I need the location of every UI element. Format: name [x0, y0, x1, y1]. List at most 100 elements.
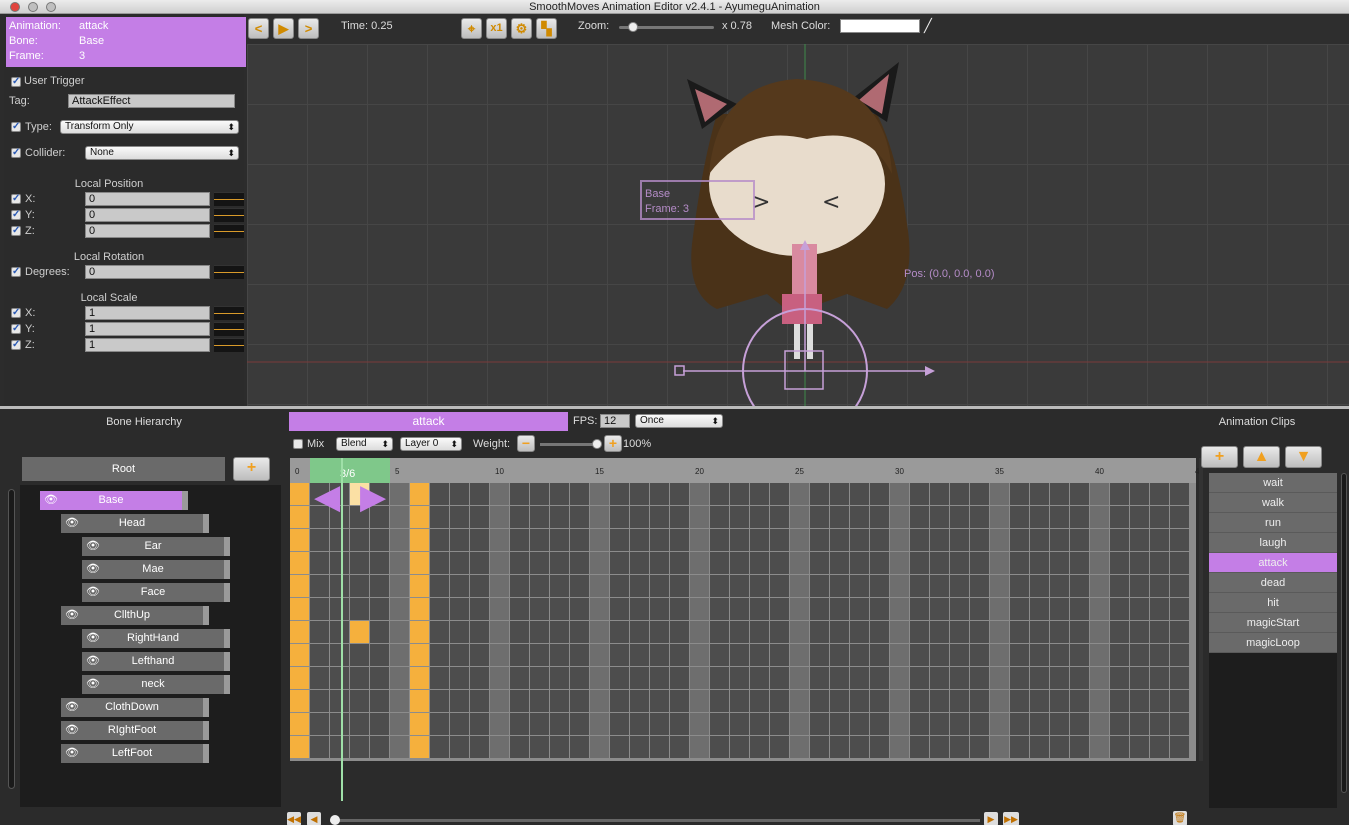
zoom-slider[interactable]: [619, 22, 714, 32]
frame-cell[interactable]: [310, 598, 329, 620]
frame-cell[interactable]: [390, 690, 409, 712]
frame-cell[interactable]: [890, 575, 909, 597]
minimize-window-icon[interactable]: [28, 2, 38, 12]
frame-cell[interactable]: [550, 644, 569, 666]
frame-cell[interactable]: [830, 552, 849, 574]
frame-cell[interactable]: [870, 644, 889, 666]
frame-cell[interactable]: [710, 667, 729, 689]
scale-y-checkbox[interactable]: ✓: [11, 324, 21, 334]
frame-cell[interactable]: [490, 713, 509, 735]
frame-cell[interactable]: [570, 529, 589, 551]
frame-cell[interactable]: [370, 552, 389, 574]
frame-cell[interactable]: [990, 667, 1009, 689]
frame-cell[interactable]: [490, 598, 509, 620]
frame-cell[interactable]: [1150, 644, 1169, 666]
frame-cell[interactable]: [450, 575, 469, 597]
frame-cell[interactable]: [570, 621, 589, 643]
frame-cell[interactable]: [870, 667, 889, 689]
frame-cell[interactable]: [850, 621, 869, 643]
frame-cell[interactable]: [550, 552, 569, 574]
frame-cell[interactable]: [1030, 575, 1049, 597]
bone-item[interactable]: 👁 RightHand: [82, 629, 230, 648]
frame-cell[interactable]: [450, 667, 469, 689]
playhead[interactable]: [341, 458, 343, 801]
scale-x-checkbox[interactable]: ✓: [11, 308, 21, 318]
frame-cell[interactable]: [1050, 552, 1069, 574]
clip-item[interactable]: walk: [1209, 493, 1337, 513]
frame-cell[interactable]: [470, 644, 489, 666]
frame-cell[interactable]: [730, 529, 749, 551]
frame-cell[interactable]: [950, 506, 969, 528]
frame-cell[interactable]: [1030, 667, 1049, 689]
frame-cell[interactable]: [810, 690, 829, 712]
frame-cell[interactable]: [530, 506, 549, 528]
frame-cell[interactable]: [330, 713, 349, 735]
clip-item[interactable]: dead: [1209, 573, 1337, 593]
frame-cell[interactable]: [470, 598, 489, 620]
frame-cell[interactable]: [810, 483, 829, 505]
frame-cell[interactable]: [430, 483, 449, 505]
frame-cell[interactable]: [490, 575, 509, 597]
frame-cell[interactable]: [550, 667, 569, 689]
frame-cell[interactable]: [990, 621, 1009, 643]
frame-cell[interactable]: [390, 483, 409, 505]
scale-x1-button[interactable]: x1: [486, 18, 507, 39]
frame-cell[interactable]: [1030, 506, 1049, 528]
frame-cell[interactable]: [430, 575, 449, 597]
frame-cell[interactable]: [1010, 552, 1029, 574]
frame-cell[interactable]: [350, 690, 369, 712]
frame-cell[interactable]: [910, 690, 929, 712]
frame-cell[interactable]: [690, 621, 709, 643]
frame-cell[interactable]: [870, 598, 889, 620]
frame-cell[interactable]: [1150, 736, 1169, 758]
frame-cell[interactable]: [750, 621, 769, 643]
clip-item[interactable]: run: [1209, 513, 1337, 533]
frame-cell[interactable]: [590, 690, 609, 712]
frame-cell[interactable]: [630, 736, 649, 758]
pos-y-input[interactable]: 0: [85, 208, 210, 222]
frame-cell[interactable]: [770, 598, 789, 620]
frame-cell[interactable]: [890, 667, 909, 689]
scroll-prev-button[interactable]: ◀: [307, 812, 321, 825]
keyframe[interactable]: [350, 621, 369, 643]
keyframe[interactable]: [410, 736, 429, 758]
keyframe[interactable]: [290, 598, 309, 620]
fps-input[interactable]: 12: [600, 414, 630, 428]
frame-cell[interactable]: [1090, 713, 1109, 735]
frame-cell[interactable]: [850, 552, 869, 574]
frame-cell[interactable]: [1010, 690, 1029, 712]
frame-cell[interactable]: [710, 598, 729, 620]
frame-cell[interactable]: [990, 598, 1009, 620]
frame-cell[interactable]: [1170, 506, 1189, 528]
visibility-eye-icon[interactable]: 👁: [43, 491, 59, 510]
zoom-window-icon[interactable]: [46, 2, 56, 12]
frame-cell[interactable]: [750, 713, 769, 735]
keyframe[interactable]: [290, 621, 309, 643]
degrees-curve[interactable]: [214, 265, 244, 279]
frame-cell[interactable]: [790, 621, 809, 643]
visibility-eye-icon[interactable]: 👁: [64, 721, 80, 740]
frame-cell[interactable]: [990, 575, 1009, 597]
frame-cell[interactable]: [550, 575, 569, 597]
frame-cell[interactable]: [790, 529, 809, 551]
frame-cell[interactable]: [730, 598, 749, 620]
clip-item[interactable]: attack: [1209, 553, 1337, 573]
frame-cell[interactable]: [330, 690, 349, 712]
frame-cell[interactable]: [530, 529, 549, 551]
frame-cell[interactable]: [390, 506, 409, 528]
frame-cell[interactable]: [850, 483, 869, 505]
frame-cell[interactable]: [630, 529, 649, 551]
frame-cell[interactable]: [590, 483, 609, 505]
frame-cell[interactable]: [1050, 667, 1069, 689]
bone-item[interactable]: 👁 Lefthand: [82, 652, 230, 671]
frame-cell[interactable]: [630, 575, 649, 597]
keyframe[interactable]: [290, 529, 309, 551]
frame-cell[interactable]: [670, 552, 689, 574]
frame-cell[interactable]: [870, 483, 889, 505]
frame-cell[interactable]: [1170, 644, 1189, 666]
frame-cell[interactable]: [830, 690, 849, 712]
frame-cell[interactable]: [1170, 667, 1189, 689]
bone-item[interactable]: 👁 ClothDown: [61, 698, 209, 717]
frame-cell[interactable]: [1110, 690, 1129, 712]
blend-dropdown[interactable]: Blend: [336, 437, 393, 451]
